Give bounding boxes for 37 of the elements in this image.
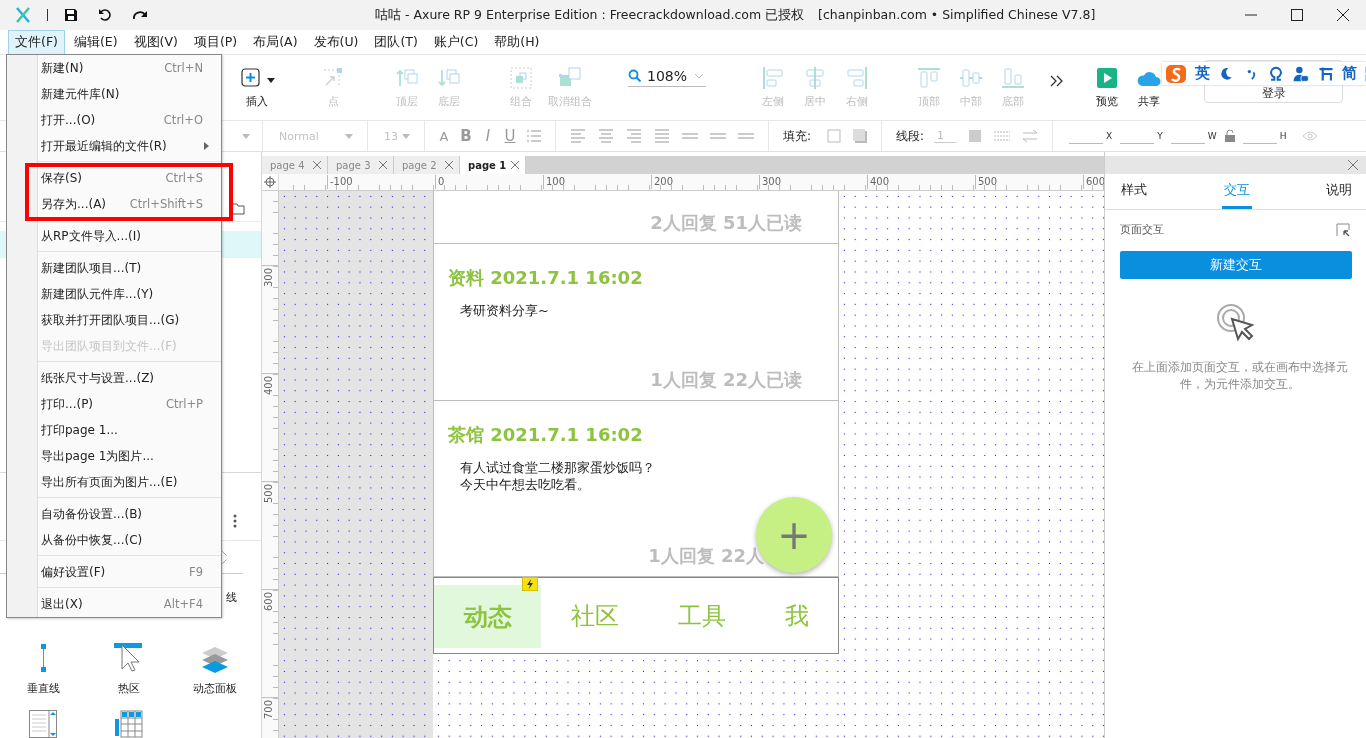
post-text: 考研资料分享~	[460, 302, 550, 319]
ruler-label: 600	[262, 589, 278, 612]
field-label: H	[1279, 131, 1287, 141]
ruler-label: 500	[262, 481, 278, 504]
ruler-label: 100	[543, 175, 566, 189]
ruler-label: 600	[1083, 175, 1104, 189]
widget-label: 线	[226, 589, 237, 605]
post-title: 资料 2021.7.1 16:02	[448, 266, 644, 290]
ruler-label: 300	[759, 175, 782, 189]
stroke-label: 线段:	[896, 127, 925, 145]
field-label: W	[1207, 131, 1217, 141]
tab-bar-item: 社区	[569, 600, 620, 632]
tab-bar-item: 我	[783, 600, 810, 632]
widget-label: 动态面板	[193, 681, 237, 696]
section-label: 页面交互	[1120, 222, 1164, 237]
ruler-label: 500	[975, 175, 998, 189]
hint-text: 在上面添加页面交互，或在画布中选择元件，为元件添加交互。	[1130, 359, 1349, 393]
ruler-label: 300	[262, 265, 278, 288]
post-text: 有人试过食堂二楼那家蛋炒饭吗？ 今天中午想去吃吃看。	[460, 459, 656, 493]
ruler-label: 200	[651, 175, 674, 189]
window-subtitle: [chanpinban.com • Simplified Chinese V7.8]	[818, 6, 1096, 24]
tab-bar-item: 动态	[434, 585, 541, 648]
post-stats: 2人回复 51人已读	[649, 211, 802, 235]
window-title: 咕咕 - Axure RP 9 Enterprise Edition : Freecrackdownload.com 已授权	[375, 6, 805, 24]
ruler-label: -100	[327, 175, 353, 189]
ruler-label: 700	[262, 697, 278, 720]
field-label: X	[1106, 131, 1113, 141]
fill-label: 填充:	[783, 127, 812, 145]
post-title: 茶馆 2021.7.1 16:02	[448, 423, 644, 447]
widget-label: 热区	[118, 681, 140, 696]
post-stats: 1人回复 22人已读	[649, 368, 802, 392]
ruler-label: 0	[435, 175, 445, 189]
ruler-label: 400	[262, 373, 278, 396]
widget-label: 垂直线	[26, 681, 60, 696]
tab-bar-item: 工具	[676, 600, 727, 632]
field-label: Y	[1157, 131, 1163, 141]
ruler-label: 400	[867, 175, 890, 189]
